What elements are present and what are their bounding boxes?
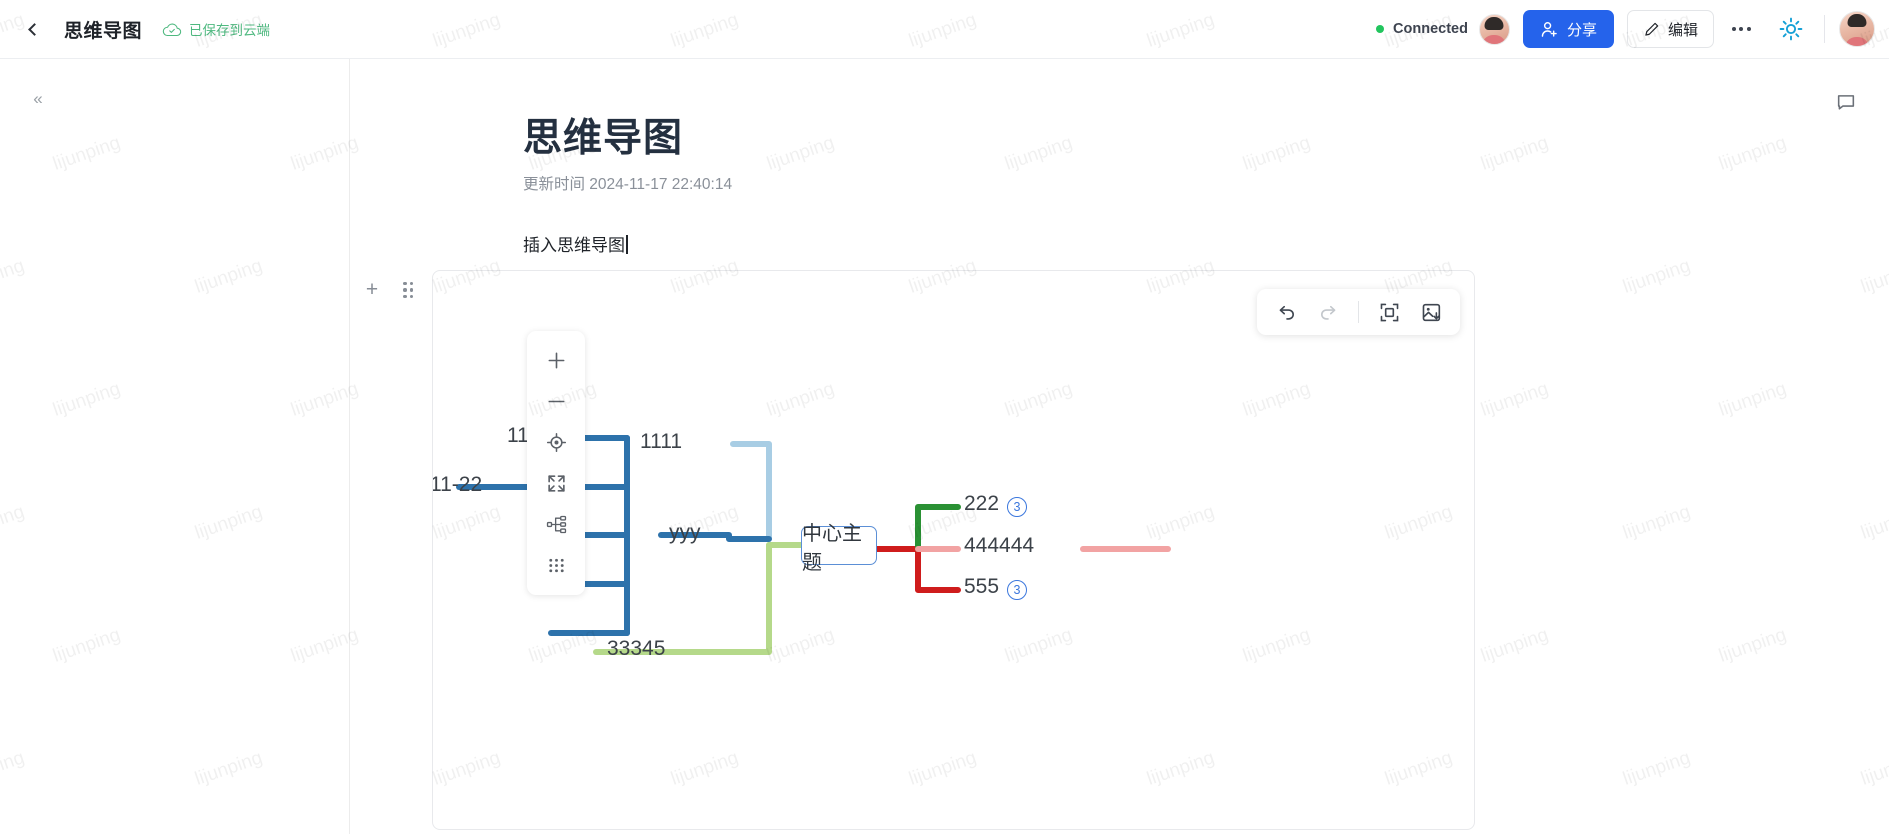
add-block-button[interactable]: + — [359, 277, 385, 303]
cloud-check-icon — [162, 23, 182, 36]
fullscreen-action[interactable] — [1370, 295, 1408, 329]
plus-icon — [548, 352, 564, 369]
more-options-button[interactable] — [1722, 10, 1760, 48]
image-download-icon — [1422, 303, 1440, 321]
mindmap-node-33345[interactable]: 33345 — [607, 637, 665, 661]
paragraph-block[interactable]: 插入思维导图 — [523, 231, 628, 256]
mindmap-actions-toolbar — [1257, 289, 1460, 335]
undo-action[interactable] — [1267, 295, 1305, 329]
back-button[interactable] — [16, 12, 50, 46]
zoom-in-tool[interactable] — [536, 344, 576, 377]
share-person-icon — [1541, 21, 1557, 37]
page-title[interactable]: 思维导图 — [523, 107, 683, 163]
save-status-label: 已保存到云端 — [189, 23, 271, 38]
more-horizontal-icon — [1731, 27, 1736, 31]
collaborator-avatar[interactable] — [1478, 13, 1510, 45]
header-actions: Connected 分享 编辑 — [1376, 10, 1889, 48]
mindmap-node-11-22[interactable]: 11-22 — [433, 473, 482, 497]
export-image-action[interactable] — [1412, 295, 1450, 329]
zoom-out-tool[interactable] — [536, 385, 576, 418]
chevron-left-icon — [28, 22, 41, 36]
app-header: 思维导图 已保存到云端 Connected 分享 编辑 — [0, 0, 1889, 59]
edit-button[interactable]: 编辑 — [1626, 10, 1714, 48]
document-area: 思维导图 更新时间 2024-11-17 22:40:14 插入思维导图 + 1… — [351, 59, 1889, 834]
mindmap-node-1111[interactable]: 1111 — [640, 430, 682, 454]
structure-tool[interactable] — [536, 508, 576, 541]
sidebar-collapse-button[interactable]: « — [22, 83, 54, 115]
status-dot-icon — [1376, 25, 1385, 33]
grid-tool[interactable] — [536, 549, 576, 582]
fit-screen-tool[interactable] — [536, 467, 576, 500]
more-horizontal-icon — [1746, 27, 1751, 31]
double-chevron-left-icon: « — [33, 89, 43, 108]
mindmap-node-222[interactable]: 222 — [964, 492, 999, 516]
minus-icon — [548, 400, 564, 403]
drag-block-handle[interactable] — [396, 278, 420, 302]
center-tool[interactable] — [536, 426, 576, 459]
mindmap-canvas[interactable] — [433, 271, 1475, 830]
toolbar-divider — [1358, 301, 1359, 323]
page-updated-time: 更新时间 2024-11-17 22:40:14 — [523, 176, 733, 193]
save-status: 已保存到云端 — [162, 19, 270, 39]
share-label: 分享 — [1566, 21, 1597, 39]
comment-bubble-icon — [1837, 95, 1855, 110]
edit-label: 编辑 — [1667, 21, 1698, 39]
paragraph-text: 插入思维导图 — [523, 236, 625, 255]
mindmap-node-555[interactable]: 555 — [964, 575, 999, 599]
share-button[interactable]: 分享 — [1522, 10, 1614, 48]
crosshair-icon — [546, 432, 566, 453]
undo-arrow-icon — [1279, 305, 1294, 320]
user-avatar[interactable] — [1839, 11, 1875, 47]
theme-toggle-button[interactable] — [1772, 10, 1810, 48]
more-horizontal-icon — [1739, 27, 1743, 31]
mindmap-node-444444[interactable]: 444444 — [964, 534, 1034, 558]
redo-arrow-icon — [1320, 305, 1335, 320]
connection-label: Connected — [1393, 21, 1468, 37]
expand-arrows-icon — [547, 475, 565, 492]
hierarchy-icon — [546, 515, 566, 534]
connection-status: Connected — [1376, 21, 1468, 37]
mindmap-badge-555[interactable]: 3 — [1007, 580, 1027, 600]
dots-grid-icon — [548, 558, 564, 573]
fullscreen-icon — [1380, 303, 1398, 321]
redo-action[interactable] — [1309, 295, 1347, 329]
pencil-icon — [1645, 22, 1659, 36]
mindmap-center-node[interactable]: 中心主题 — [801, 523, 877, 574]
mindmap-block[interactable]: 11-22 11-33 yyy 1111 33345 中心主题 222 4444… — [432, 270, 1475, 830]
document-title[interactable]: 思维导图 — [64, 16, 142, 43]
mindmap-badge-222[interactable]: 3 — [1007, 497, 1027, 517]
left-sidebar: « — [0, 59, 350, 834]
drag-dots-icon — [403, 281, 413, 299]
header-divider — [1824, 15, 1825, 43]
mindmap-toolbar — [527, 331, 585, 595]
text-caret — [626, 235, 628, 254]
sun-icon — [1779, 17, 1803, 41]
comments-button[interactable] — [1829, 85, 1863, 119]
mindmap-node-yyy[interactable]: yyy — [669, 521, 701, 545]
